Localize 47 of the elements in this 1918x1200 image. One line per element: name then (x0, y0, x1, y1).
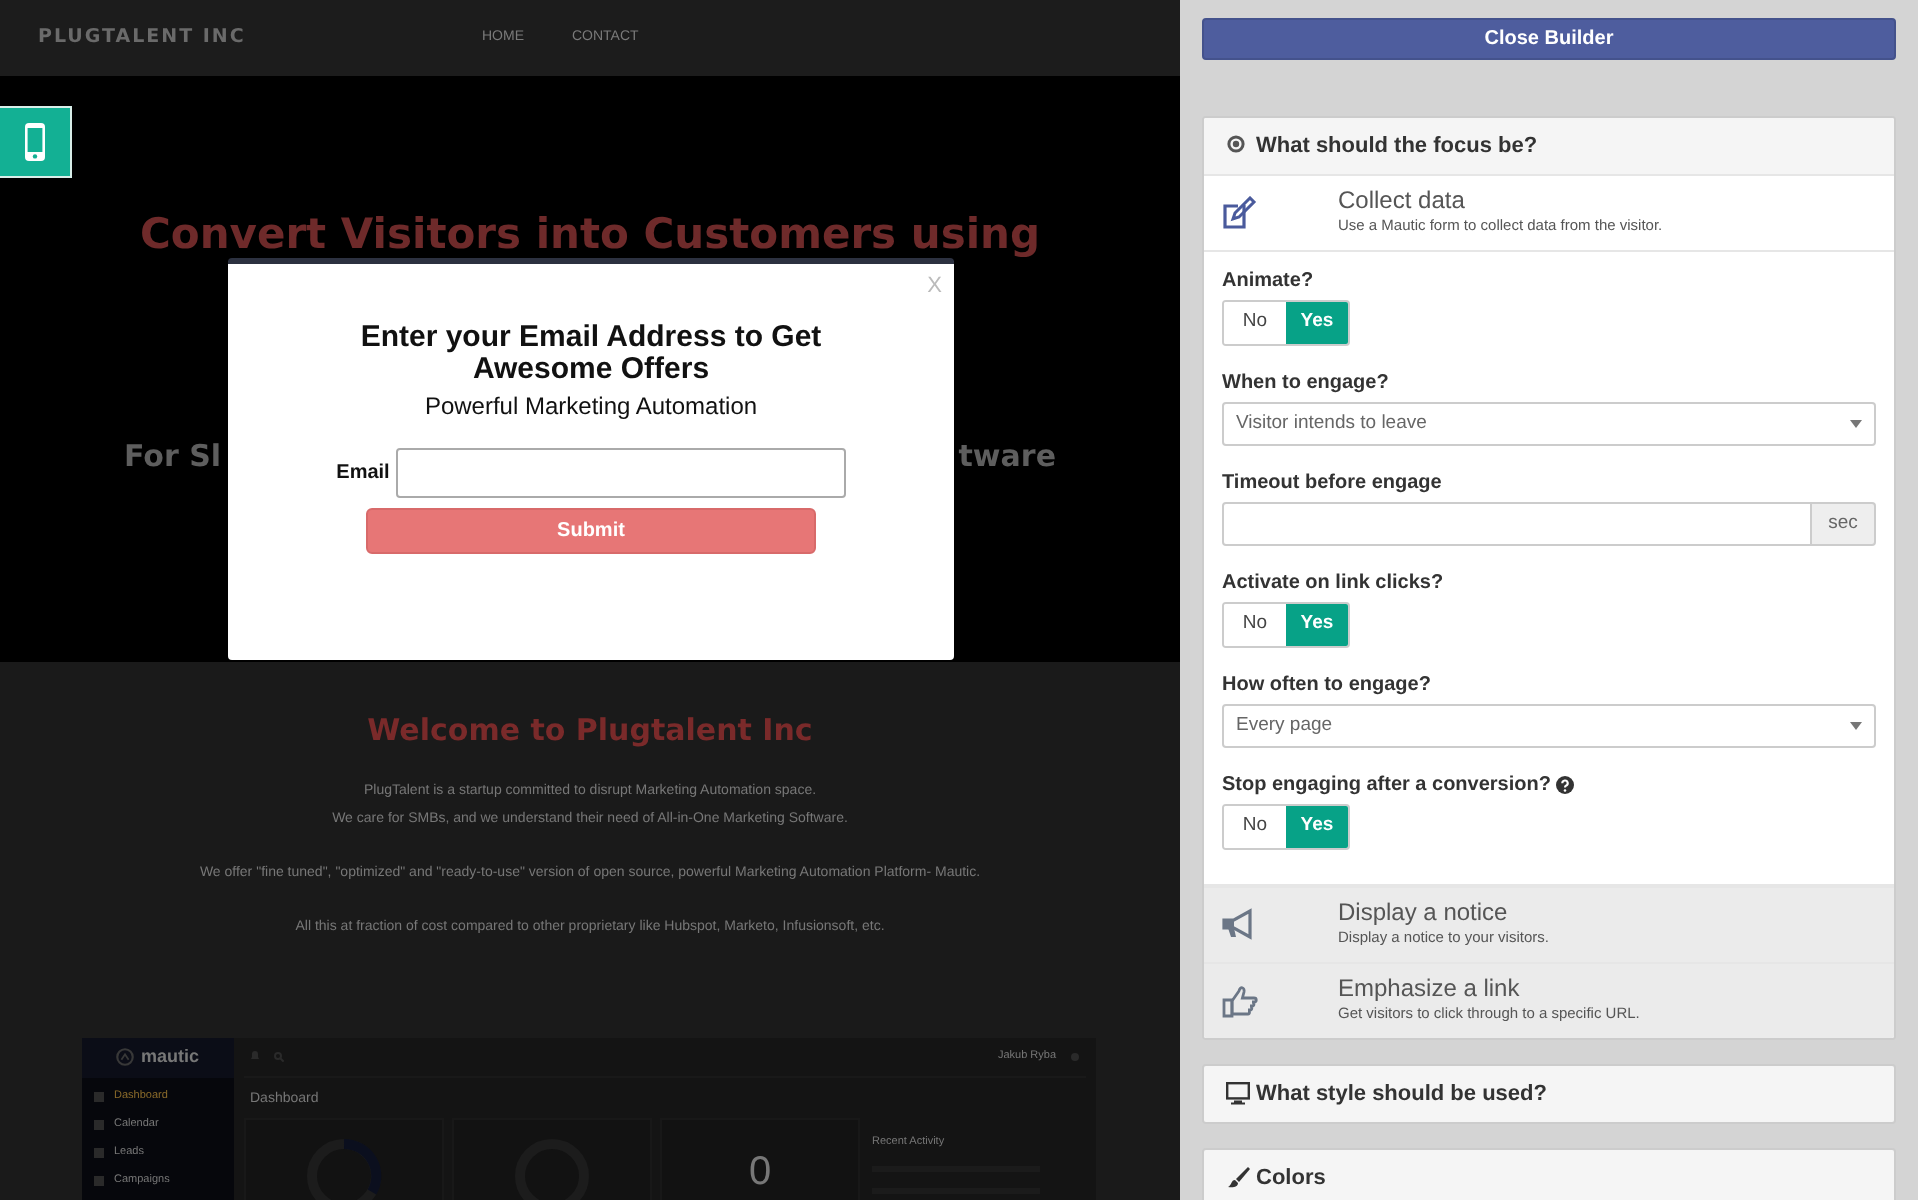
section-header[interactable]: What should the focus be? (1204, 118, 1894, 174)
unit-label: sec (1812, 502, 1876, 546)
field-label: Timeout before engage (1222, 469, 1442, 497)
email-field[interactable] (395, 448, 846, 498)
hero-subtitle: For Sl (124, 436, 222, 478)
nav-item-icon (94, 1120, 104, 1130)
field-label: Animate? (1222, 267, 1314, 295)
caret-icon (1850, 420, 1862, 428)
section-title: Welcome to Plugtalent Inc (365, 710, 815, 752)
popup-subtitle: Powerful Marketing Automation (422, 390, 760, 424)
field-label: How often to engage? (1222, 671, 1431, 699)
yes-no-toggle[interactable]: No Yes (1222, 602, 1350, 648)
timeout-field[interactable] (1222, 502, 1812, 546)
option-title: Emphasize a link (1338, 976, 1522, 1003)
caret-icon (1850, 722, 1862, 730)
logo-text: mautic (140, 1043, 199, 1070)
brush-icon (1226, 1166, 1250, 1190)
site-logo-text[interactable]: PLUGTALENT INC (0, 21, 482, 55)
select-field[interactable]: Every page (1222, 704, 1876, 748)
monitor-icon (1226, 1082, 1250, 1106)
field-label: Stop engaging after a conversion? (1222, 771, 1551, 799)
popup-title: Enter your Email Address to Get Awesome Offers (358, 322, 824, 386)
yes-no-toggle[interactable]: No Yes (1222, 804, 1350, 850)
edit-icon (1222, 196, 1258, 230)
megaphone-icon (1222, 908, 1258, 942)
submit-button[interactable]: Submit (366, 508, 816, 554)
close-builder-button[interactable]: Close Builder (1202, 18, 1896, 60)
thumbs-up-icon (1222, 984, 1258, 1018)
select-field[interactable]: Visitor intends to leave (1222, 402, 1876, 446)
counter-value: 0 (748, 1152, 772, 1198)
device-toggle-button[interactable] (0, 106, 72, 178)
section-header[interactable]: What style should be used? (1204, 1066, 1894, 1122)
hero-subtitle: tware (958, 436, 1056, 478)
nav-item-icon (94, 1092, 104, 1102)
target-icon (1226, 134, 1250, 158)
nav-item-icon (94, 1176, 104, 1186)
hero-title: Convert Visitors into Customers using (139, 212, 1040, 256)
option-title: Display a notice (1338, 900, 1510, 927)
phone-icon (24, 122, 46, 162)
yes-no-toggle[interactable]: No Yes (1222, 300, 1350, 346)
logo-icon (116, 1048, 135, 1066)
field-label: Email (336, 460, 390, 488)
nav-item-icon (94, 1148, 104, 1158)
field-label: Activate on link clicks? (1222, 569, 1444, 597)
field-label: When to engage? (1222, 369, 1389, 397)
section-header[interactable]: Colors (1204, 1150, 1894, 1200)
option-title: Collect data (1338, 188, 1467, 215)
